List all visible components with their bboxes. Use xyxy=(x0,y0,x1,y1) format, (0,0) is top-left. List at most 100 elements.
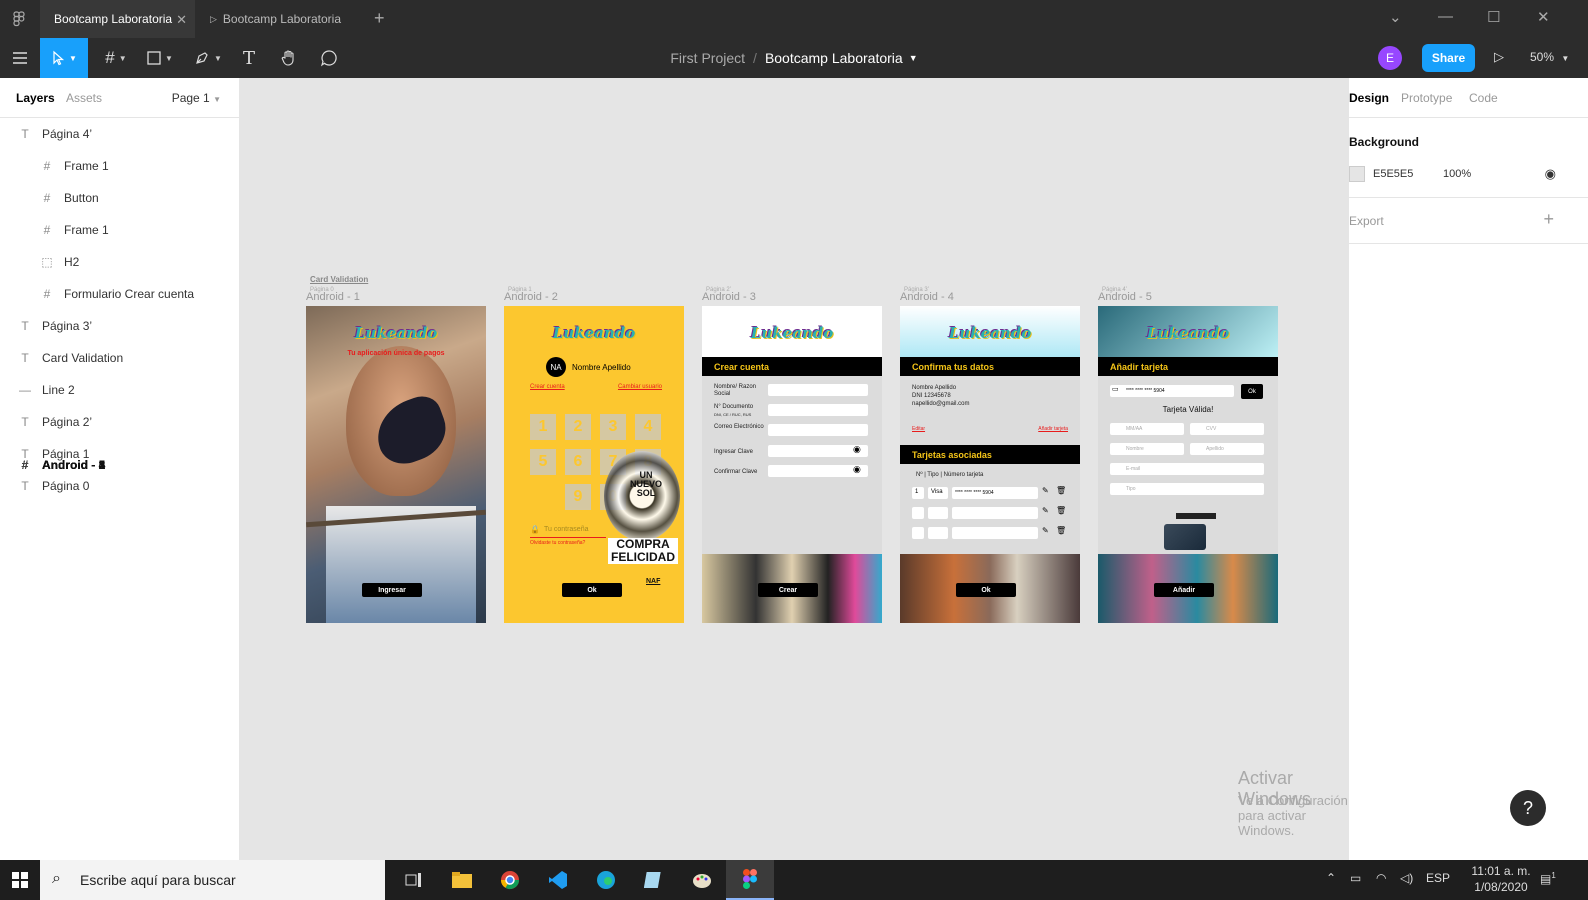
figma-icon[interactable] xyxy=(726,860,774,900)
tab-prototype[interactable]: Prototype xyxy=(1401,91,1452,105)
layer-row[interactable]: # Frame 1 xyxy=(0,150,239,182)
mmaa-input[interactable]: MM/AA xyxy=(1110,423,1184,435)
edit-icon[interactable]: ✎ xyxy=(1042,486,1049,495)
trash-icon[interactable]: 🗑 xyxy=(1056,526,1066,535)
text-tool-icon[interactable]: T xyxy=(236,38,262,78)
password-input[interactable]: Tu contraseña xyxy=(544,526,589,533)
layer-row[interactable]: # Android - 1 xyxy=(0,306,180,623)
ingresar-button[interactable]: Ingresar xyxy=(362,583,422,597)
frame-tool[interactable]: # ▼ xyxy=(96,38,136,78)
email-input[interactable]: E-mail xyxy=(1110,463,1264,475)
documento-input[interactable] xyxy=(768,404,868,416)
eye-icon[interactable]: ◉ xyxy=(1545,166,1556,182)
trash-icon[interactable]: 🗑 xyxy=(1056,486,1066,495)
layer-row[interactable]: # Button xyxy=(0,182,239,214)
paint-icon[interactable] xyxy=(678,860,726,900)
page-selector[interactable]: Page 1 ▼ xyxy=(172,91,221,105)
pen-tool[interactable]: ▼ xyxy=(186,38,230,78)
minimize-icon[interactable]: — xyxy=(1438,8,1453,25)
zoom-dropdown[interactable]: 50% ▼ xyxy=(1530,50,1569,64)
file-explorer-icon[interactable] xyxy=(438,860,486,900)
crear-button[interactable]: Crear xyxy=(758,583,818,597)
hand-tool-icon[interactable] xyxy=(274,38,304,78)
wifi-icon[interactable]: ◠ xyxy=(1376,871,1386,885)
card-number-input[interactable]: **** **** **** 5904 xyxy=(1110,385,1234,397)
nombre-input[interactable]: Nombre xyxy=(1110,443,1184,455)
tab-design[interactable]: Design xyxy=(1349,91,1389,105)
comment-tool-icon[interactable] xyxy=(314,38,344,78)
canvas[interactable]: Card Validation Página 0 Android - 1 Pág… xyxy=(240,78,1348,860)
clock[interactable]: 11:01 a. m. 1/08/2020 xyxy=(1466,863,1536,895)
tab-bootcamp-prototype[interactable]: ▷ Bootcamp Laboratoria xyxy=(200,0,370,38)
chevron-up-icon[interactable]: ⌃ xyxy=(1326,871,1336,885)
razon-social-input[interactable] xyxy=(768,384,868,396)
eye-slash-icon[interactable]: ◉ xyxy=(853,444,861,455)
pin-key[interactable]: 4 xyxy=(635,414,661,440)
edit-icon[interactable]: ✎ xyxy=(1042,506,1049,515)
battery-icon[interactable]: ▭ xyxy=(1350,871,1361,885)
chrome-icon[interactable] xyxy=(486,860,534,900)
change-user-link[interactable]: Cambiar usuario xyxy=(618,384,662,390)
create-account-link[interactable]: Crear cuenta xyxy=(530,384,565,390)
pin-key[interactable]: 5 xyxy=(530,449,556,475)
breadcrumb-file[interactable]: Bootcamp Laboratoria xyxy=(765,50,903,66)
tab-assets[interactable]: Assets xyxy=(66,91,102,105)
edit-icon[interactable]: ✎ xyxy=(1042,526,1049,535)
taskbar-search[interactable]: ⌕ Escribe aquí para buscar xyxy=(40,860,385,900)
pin-key[interactable]: 6 xyxy=(565,449,591,475)
task-view-icon[interactable] xyxy=(390,860,438,900)
shape-tool[interactable]: ▼ xyxy=(140,38,180,78)
notification-icon[interactable]: ▤1 xyxy=(1540,871,1556,886)
move-tool[interactable]: ▼ xyxy=(40,38,88,78)
anadir-button[interactable]: Añadir xyxy=(1154,583,1214,597)
chevron-down-icon[interactable]: ⌄ xyxy=(1389,8,1402,26)
chevron-down-icon[interactable]: ▼ xyxy=(909,53,918,63)
background-hex[interactable]: E5E5E5 xyxy=(1373,168,1413,180)
ok-button[interactable]: Ok xyxy=(956,583,1016,597)
frame-label-android-2[interactable]: Android - 2 xyxy=(504,291,558,303)
frame-label-android-4[interactable]: Android - 4 xyxy=(900,291,954,303)
forgot-password-link[interactable]: Olvidaste tu contraseña? xyxy=(530,540,585,546)
pin-key[interactable]: 1 xyxy=(530,414,556,440)
background-swatch[interactable] xyxy=(1349,166,1365,182)
notepad-icon[interactable] xyxy=(630,860,678,900)
apellido-input[interactable]: Apellido xyxy=(1190,443,1264,455)
edit-link[interactable]: Editar xyxy=(912,426,925,432)
add-card-link[interactable]: Añadir tarjeta xyxy=(1038,426,1068,432)
layer-row[interactable]: ⬚ H2 xyxy=(0,246,239,278)
frame-android-1[interactable]: Lukeando Tu aplicación única de pagos In… xyxy=(306,306,486,623)
frame-label-android-5[interactable]: Android - 5 xyxy=(1098,291,1152,303)
layer-row[interactable]: T Página 4’ xyxy=(0,118,239,150)
tab-code[interactable]: Code xyxy=(1469,91,1498,105)
tipo-input[interactable]: Tipo xyxy=(1110,483,1264,495)
help-button[interactable]: ? xyxy=(1510,790,1546,826)
new-tab-icon[interactable]: + xyxy=(374,8,385,29)
share-button[interactable]: Share xyxy=(1422,44,1475,72)
volume-icon[interactable]: ◁) xyxy=(1400,871,1413,885)
tab-bootcamp-active[interactable]: Bootcamp Laboratoria ✕ xyxy=(40,0,195,38)
pin-key[interactable]: 2 xyxy=(565,414,591,440)
frame-android-5[interactable]: Lukeando Añadir tarjeta **** **** **** 5… xyxy=(1098,306,1278,623)
pin-key[interactable]: 3 xyxy=(600,414,626,440)
tab-layers[interactable]: Layers xyxy=(16,91,55,105)
correo-input[interactable] xyxy=(768,424,868,436)
close-tab-icon[interactable]: ✕ xyxy=(176,12,187,28)
card-validation-label[interactable]: Card Validation xyxy=(310,275,368,284)
breadcrumb-project[interactable]: First Project xyxy=(670,50,745,66)
avatar[interactable]: E xyxy=(1378,46,1402,70)
cvv-input[interactable]: CVV xyxy=(1190,423,1264,435)
frame-label-android-1[interactable]: Android - 1 xyxy=(306,291,360,303)
frame-label-android-3[interactable]: Android - 3 xyxy=(702,291,756,303)
edge-icon[interactable] xyxy=(582,860,630,900)
vscode-icon[interactable] xyxy=(534,860,582,900)
close-window-icon[interactable]: ✕ xyxy=(1537,8,1550,26)
layer-row[interactable]: # Frame 1 xyxy=(0,214,239,246)
frame-android-3[interactable]: Lukeando Crear cuenta Nombre/ Razon Soci… xyxy=(702,306,882,623)
pin-key[interactable]: 9 xyxy=(565,484,591,510)
windows-start-icon[interactable] xyxy=(0,860,40,900)
ok-button[interactable]: Ok xyxy=(562,583,622,597)
figma-menu-icon[interactable] xyxy=(10,10,28,28)
maximize-icon[interactable]: ☐ xyxy=(1487,8,1500,26)
frame-android-4[interactable]: Lukeando Confirma tus datos Nombre Apell… xyxy=(900,306,1080,623)
background-opacity[interactable]: 100% xyxy=(1443,168,1471,180)
